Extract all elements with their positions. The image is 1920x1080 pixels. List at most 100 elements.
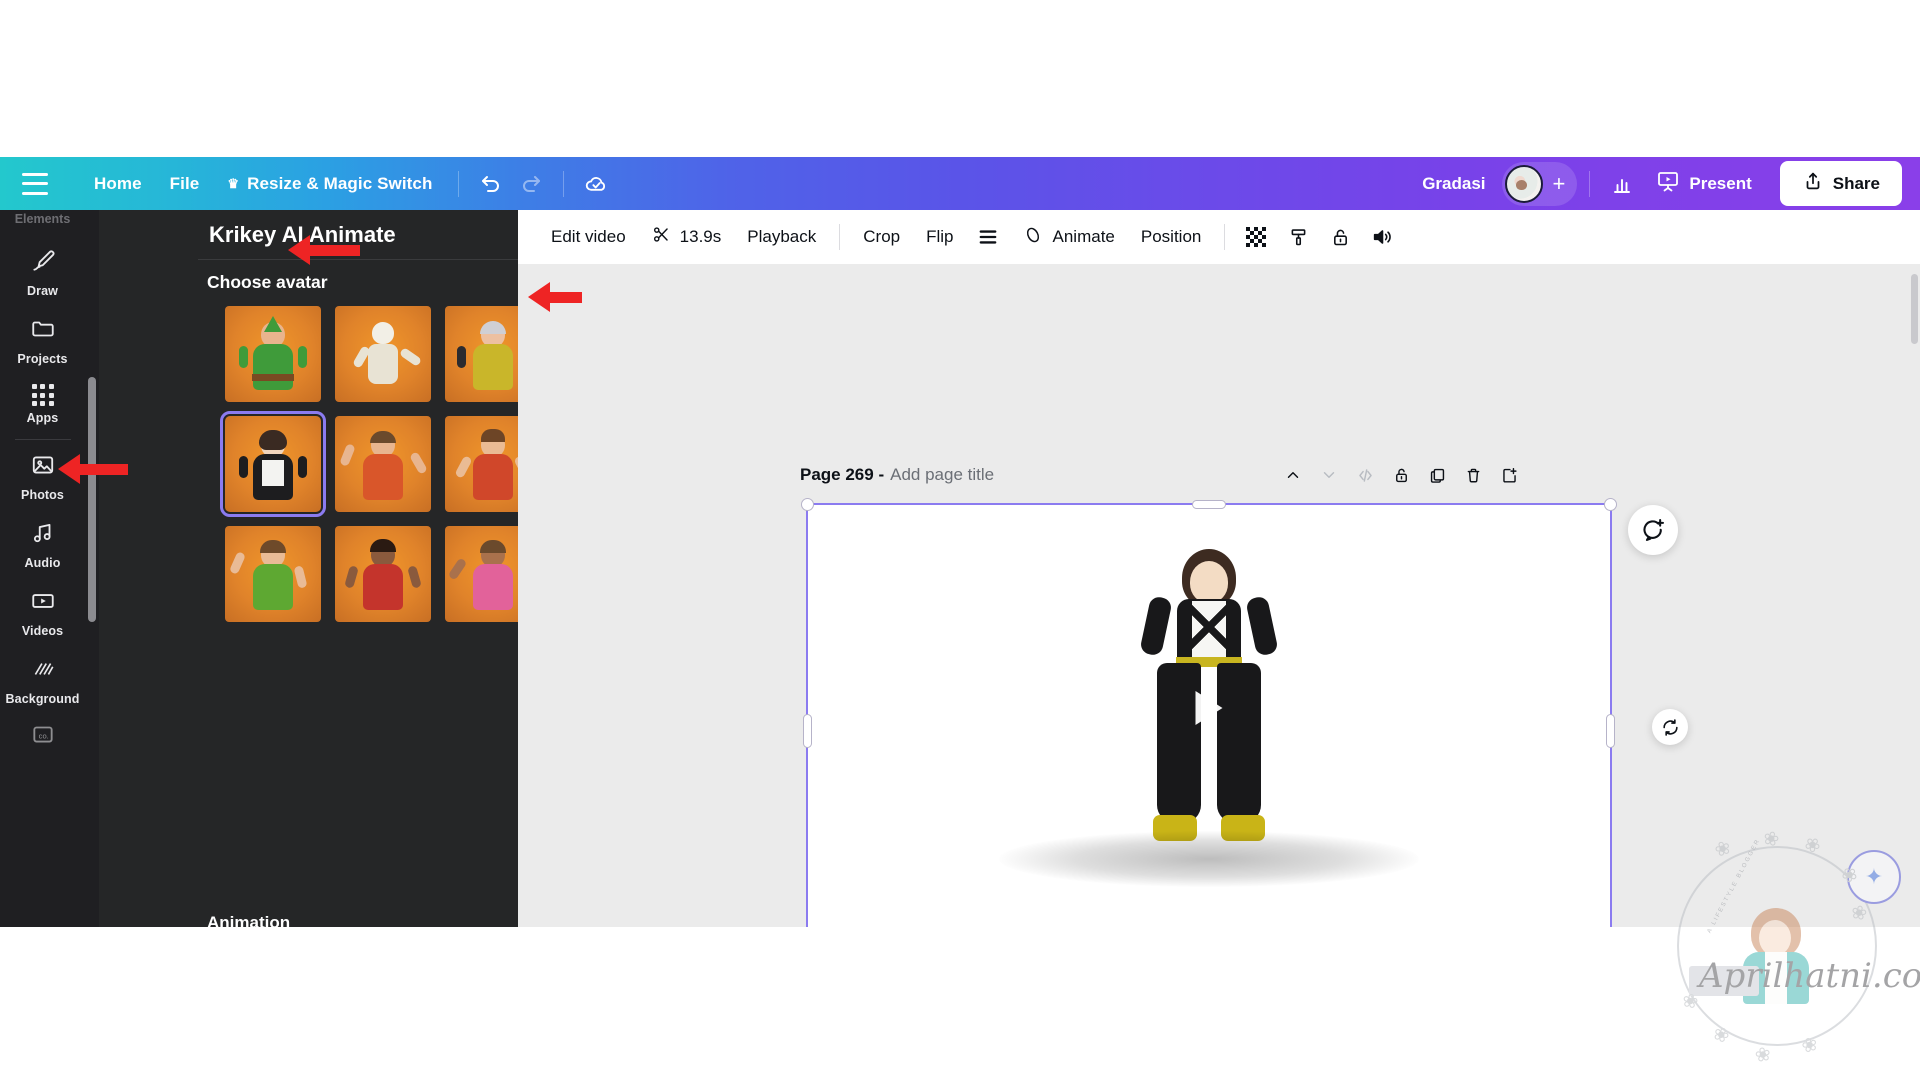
header-item-resize-magic-switch[interactable]: ♛ Resize & Magic Switch: [213, 167, 446, 201]
videos-play-icon: [30, 588, 56, 619]
arrow-shaft: [310, 244, 360, 256]
page-title-input[interactable]: Add page title: [890, 465, 994, 485]
figure-jacket-x: [1189, 605, 1229, 649]
sidebar-item-label: Audio: [24, 556, 61, 570]
sidebar-item-partial-bottom[interactable]: co.: [0, 714, 85, 757]
animate-button[interactable]: Animate: [1009, 216, 1128, 259]
playback-button[interactable]: Playback: [734, 219, 829, 255]
account-avatar-group[interactable]: +: [1501, 161, 1578, 206]
selected-video-element[interactable]: made with Krikey.ai: [801, 498, 1617, 927]
header-item-home[interactable]: Home: [80, 167, 156, 201]
annotation-arrow-panel-title: [288, 235, 360, 265]
tidy-up-icon[interactable]: [1277, 218, 1319, 256]
brand-watermark: A LIFESTYLE BLOGGER Aprilhatni.com ✦ ❀ ❀…: [1655, 827, 1920, 1078]
add-comment-icon[interactable]: [1628, 505, 1678, 555]
rail-divider: [14, 439, 71, 440]
sidebar-item-videos[interactable]: Videos: [0, 578, 85, 646]
page-bar: Page 269 - Add page title: [800, 461, 1620, 489]
header-divider-3: [1589, 170, 1591, 197]
edit-video-button[interactable]: Edit video: [538, 219, 639, 255]
leaf-decoration-icon: ❀: [1753, 1043, 1773, 1068]
align-lines-icon[interactable]: [967, 218, 1009, 256]
move-page-down-button[interactable]: [1314, 461, 1344, 489]
avatar-option-skeleton[interactable]: [335, 306, 431, 402]
share-button[interactable]: Share: [1779, 161, 1902, 206]
present-button[interactable]: Present: [1642, 162, 1765, 205]
hamburger-menu-icon[interactable]: [22, 172, 56, 195]
duplicate-page-icon[interactable]: [1422, 461, 1452, 489]
sidebar-item-label: Projects: [17, 352, 68, 366]
sidebar-item-apps[interactable]: Apps: [0, 374, 85, 433]
avatar[interactable]: [1504, 164, 1543, 203]
audio-note-icon: [30, 520, 56, 551]
lock-page-icon[interactable]: [1386, 461, 1416, 489]
avatar-option-orange-shirt-dancer[interactable]: [335, 416, 431, 512]
header-divider-1: [458, 170, 460, 197]
resize-handle-top-left[interactable]: [801, 498, 814, 511]
background-pattern-icon: [30, 656, 56, 687]
resize-handle-top-middle[interactable]: [1192, 500, 1226, 509]
avatar-option-red-shirt-point[interactable]: [335, 526, 431, 622]
apps-grid-icon: [31, 384, 54, 406]
add-member-button[interactable]: +: [1553, 172, 1566, 195]
leaf-decoration-icon: ❀: [1709, 1022, 1733, 1049]
header-item-file[interactable]: File: [156, 167, 214, 201]
position-button[interactable]: Position: [1128, 219, 1214, 255]
cloud-saved-icon[interactable]: [576, 164, 616, 204]
header-divider-2: [563, 170, 565, 197]
sidebar-item-draw[interactable]: Draw: [0, 238, 85, 306]
resize-handle-left-middle[interactable]: [803, 714, 812, 748]
toolbar-divider-1: [839, 224, 841, 250]
figure-arm-right: [1245, 595, 1279, 657]
undo-icon[interactable]: [471, 164, 511, 204]
bottom-partial-icon: co.: [30, 724, 56, 749]
trim-duration-button[interactable]: 13.9s: [639, 217, 735, 257]
page-whitespace-top: [0, 0, 1920, 157]
svg-text:co.: co.: [38, 731, 48, 740]
lock-open-icon[interactable]: [1319, 218, 1361, 256]
resize-handle-right-middle[interactable]: [1606, 714, 1615, 748]
avatar-option-april-selected[interactable]: [220, 411, 326, 517]
sidebar-item-label: Background: [5, 692, 80, 706]
arrow-tip: [288, 235, 310, 265]
watermark-face: [1759, 920, 1791, 956]
panel-scroll-thumb[interactable]: [88, 377, 96, 622]
rail-item-elements-partial[interactable]: Elements: [0, 210, 85, 228]
animate-circle-icon: [1022, 224, 1044, 251]
krikey-ai-animate-panel: Krikey AI Animate ⋯ Choose avatar See al…: [85, 210, 598, 927]
sidebar-item-background[interactable]: Background: [0, 646, 85, 714]
canvas-vertical-scrollbar[interactable]: [1911, 268, 1918, 927]
arrow-tip: [58, 454, 80, 484]
delete-page-icon[interactable]: [1458, 461, 1488, 489]
figure-leg-right: [1217, 663, 1261, 823]
avatar-option-elf-green[interactable]: [225, 306, 321, 402]
figure-arm-left: [1139, 595, 1173, 657]
volume-icon[interactable]: [1361, 218, 1403, 256]
watermark-signature: Aprilhatni.com: [1699, 956, 1920, 996]
sidebar-item-audio[interactable]: Audio: [0, 510, 85, 578]
share-label: Share: [1832, 173, 1880, 193]
page-tools: [1278, 461, 1524, 489]
insights-icon[interactable]: [1602, 164, 1642, 204]
avatar-option-green-shirt-raise[interactable]: [225, 526, 321, 622]
arrow-shaft: [80, 463, 128, 475]
move-page-up-button[interactable]: [1278, 461, 1308, 489]
add-page-icon[interactable]: [1494, 461, 1524, 489]
transparency-checker-icon[interactable]: [1235, 218, 1277, 256]
sparkle-icon: ✦: [1864, 864, 1884, 889]
sidebar-item-label: Apps: [26, 411, 59, 425]
rail-partial-label: Elements: [14, 212, 71, 226]
crop-button[interactable]: Crop: [850, 219, 913, 255]
flip-button[interactable]: Flip: [913, 219, 966, 255]
refresh-icon[interactable]: [1652, 709, 1688, 745]
hide-page-icon[interactable]: [1350, 461, 1380, 489]
crown-icon: ♛: [227, 176, 240, 191]
figure-face: [1190, 561, 1228, 603]
app-header: Home File ♛ Resize & Magic Switch Gradas…: [0, 157, 1920, 210]
scissors-icon: [652, 225, 671, 249]
sidebar-item-label: Photos: [21, 488, 64, 502]
resize-handle-top-right[interactable]: [1604, 498, 1617, 511]
redo-icon[interactable]: [511, 164, 551, 204]
play-triangle-icon[interactable]: [1195, 691, 1223, 725]
sidebar-item-projects[interactable]: Projects: [0, 306, 85, 374]
